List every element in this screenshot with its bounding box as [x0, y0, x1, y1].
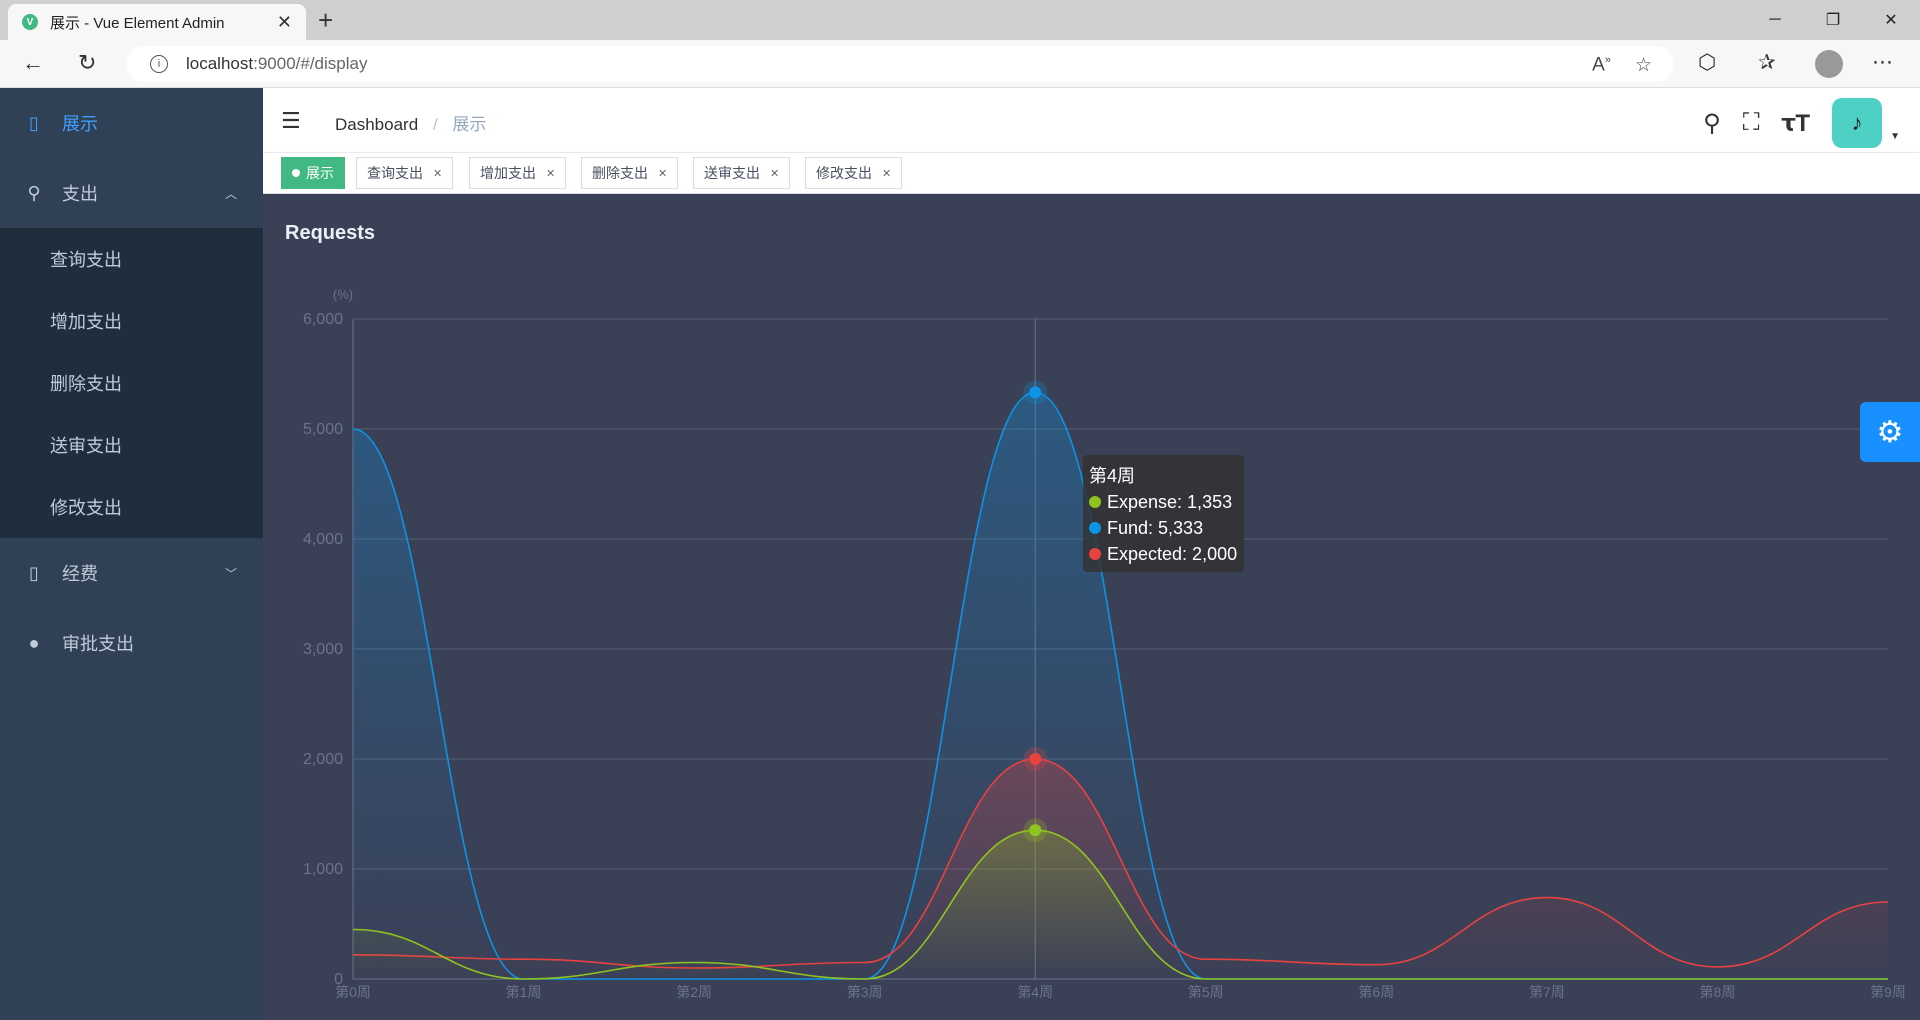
- browser-tabbar: V 展示 - Vue Element Admin ✕ + ─ ❐ ✕: [0, 0, 1920, 40]
- expense-submenu: 查询支出 增加支出 删除支出 送审支出 修改支出: [0, 228, 263, 538]
- font-size-icon[interactable]: ꚍT: [1782, 109, 1811, 138]
- data-point-expense: [1029, 824, 1042, 837]
- sidebar-item-funds[interactable]: ▯ 经费 ﹀: [0, 538, 263, 608]
- sidebar-item-approve[interactable]: ● 审批支出: [0, 608, 263, 678]
- new-tab-icon[interactable]: +: [318, 6, 333, 34]
- sidebar-item-label: 支出: [62, 184, 98, 204]
- y-tick-label: 4,000: [303, 531, 343, 548]
- back-icon[interactable]: ←: [22, 50, 44, 76]
- profile-avatar-icon[interactable]: [1815, 50, 1843, 78]
- more-icon[interactable]: ⋯: [1872, 50, 1893, 75]
- breadcrumb-current: 展示: [452, 115, 487, 134]
- breadcrumb-dashboard[interactable]: Dashboard: [335, 115, 418, 134]
- data-point-expected: [1029, 753, 1042, 765]
- favorites-icon[interactable]: ✰: [1758, 50, 1776, 75]
- y-tick-label: 1,000: [303, 861, 343, 878]
- tag-submit[interactable]: 送审支出 ✕: [693, 157, 791, 189]
- x-tick-label: 第4周: [1017, 984, 1053, 1000]
- search-icon[interactable]: ⚲: [1703, 109, 1721, 138]
- y-tick-label: 6,000: [303, 311, 343, 328]
- x-tick-label: 第3周: [847, 984, 883, 1000]
- x-tick-label: 第5周: [1188, 984, 1224, 1000]
- main-content: Requests (%) 0 1,000 2,000 3,000 4,000 5,000 6,…: [263, 194, 1920, 1020]
- minimize-icon[interactable]: ─: [1746, 0, 1804, 40]
- tag-edit[interactable]: 修改支出 ✕: [805, 157, 903, 189]
- book-icon: ▯: [29, 112, 39, 133]
- settings-gear-icon[interactable]: ⚙: [1860, 402, 1920, 462]
- tooltip-row: Expected: 2,000: [1089, 541, 1238, 567]
- url-text: localhost:9000/#/display: [186, 54, 368, 73]
- chevron-up-icon: ︿: [224, 186, 237, 201]
- x-tick-label: 第6周: [1358, 984, 1394, 1000]
- close-tab-icon[interactable]: ✕: [277, 12, 292, 33]
- close-icon[interactable]: ✕: [658, 167, 667, 180]
- sidebar-item-label: 审批支出: [62, 634, 134, 654]
- y-tick-label: 5,000: [303, 421, 343, 438]
- sidebar-item-expense[interactable]: ⚲ 支出 ︿: [0, 158, 263, 228]
- close-icon[interactable]: ✕: [546, 167, 555, 180]
- sidebar-subitem-add[interactable]: 增加支出: [0, 290, 263, 352]
- favorite-add-icon[interactable]: ☆: [1635, 54, 1652, 77]
- tag-query[interactable]: 查询支出 ✕: [356, 157, 454, 189]
- x-tick-label: 第1周: [506, 984, 542, 1000]
- data-point-fund: [1029, 386, 1042, 399]
- chart-tooltip: 第4周 Expense: 1,353 Fund: 5,333 Expected:…: [1083, 455, 1244, 572]
- y-tick-label: 3,000: [303, 641, 343, 658]
- tag-display[interactable]: 展示: [281, 157, 345, 189]
- tooltip-title: 第4周: [1089, 466, 1136, 486]
- x-tick-label: 第9周: [1870, 984, 1906, 1000]
- window-close-icon[interactable]: ✕: [1862, 0, 1920, 40]
- window-controls: ─ ❐ ✕: [1746, 0, 1920, 40]
- x-tick-label: 第2周: [676, 984, 712, 1000]
- sidebar-subitem-submit[interactable]: 送审支出: [0, 414, 263, 476]
- read-aloud-icon[interactable]: A»: [1592, 54, 1611, 77]
- y-tick-label: 2,000: [303, 751, 343, 768]
- tag-add[interactable]: 增加支出 ✕: [469, 157, 567, 189]
- close-icon[interactable]: ✕: [770, 167, 779, 180]
- restore-icon[interactable]: ❐: [1804, 0, 1862, 40]
- sidebar-subitem-edit[interactable]: 修改支出: [0, 476, 263, 538]
- tags-view: 展示 查询支出 ✕ 增加支出 ✕ 删除支出 ✕ 送审支出 ✕ 修改支出 ✕: [263, 153, 1920, 194]
- breadcrumb: Dashboard / 展示: [335, 115, 487, 134]
- close-icon[interactable]: ✕: [433, 167, 442, 180]
- avatar[interactable]: ♪: [1832, 98, 1883, 148]
- x-tick-label: 第7周: [1529, 984, 1565, 1000]
- browser-tab-title: 展示 - Vue Element Admin: [50, 14, 225, 32]
- navbar: ☰ Dashboard / 展示 ⚲ ⛶ ꚍT ♪ ▼: [263, 88, 1920, 153]
- sidebar-subitem-delete[interactable]: 删除支出: [0, 352, 263, 414]
- chevron-down-icon: ﹀: [224, 566, 237, 581]
- sidebar-item-label: 经费: [62, 564, 98, 584]
- right-menu: ⚲ ⛶ ꚍT ♪ ▼: [1703, 98, 1900, 148]
- refresh-icon[interactable]: ↻: [78, 50, 96, 76]
- search-icon: ⚲: [27, 182, 41, 203]
- user-icon: ●: [28, 632, 40, 653]
- sidebar-subitem-query[interactable]: 查询支出: [0, 228, 263, 290]
- vue-favicon-icon: V: [22, 14, 38, 30]
- requests-chart[interactable]: (%)01,0002,0003,0004,0005,0006,000第0周 第1周…: [263, 194, 1920, 1020]
- x-tick-label: 第0周: [335, 984, 371, 1000]
- close-icon[interactable]: ✕: [882, 167, 891, 180]
- url-input[interactable]: i localhost:9000/#/display A» ☆: [126, 46, 1674, 82]
- sidebar-item-display[interactable]: ▯ 展示: [0, 88, 263, 158]
- book-icon: ▯: [29, 562, 39, 583]
- x-tick-label: 第8周: [1700, 984, 1736, 1000]
- tag-delete[interactable]: 删除支出 ✕: [581, 157, 679, 189]
- y-axis-label: (%): [333, 287, 353, 302]
- tooltip-row: Fund: 5,333: [1089, 515, 1238, 541]
- browser-tab[interactable]: V 展示 - Vue Element Admin ✕: [8, 4, 306, 40]
- info-icon[interactable]: i: [150, 55, 168, 73]
- address-bar-row: ← ↻ i localhost:9000/#/display A» ☆ ⬡ ✰ …: [0, 40, 1920, 88]
- extensions-icon[interactable]: ⬡: [1698, 50, 1716, 75]
- tooltip-row: Expense: 1,353: [1089, 489, 1238, 515]
- sidebar-item-label: 展示: [62, 114, 98, 134]
- sidebar: ▯ 展示 ⚲ 支出 ︿ 查询支出 增加支出 删除支出 送审支出 修改支出 ▯ 经…: [0, 88, 263, 1020]
- hamburger-icon[interactable]: ☰: [281, 108, 301, 134]
- fullscreen-icon[interactable]: ⛶: [1743, 109, 1760, 137]
- caret-down-icon[interactable]: ▼: [1890, 131, 1900, 142]
